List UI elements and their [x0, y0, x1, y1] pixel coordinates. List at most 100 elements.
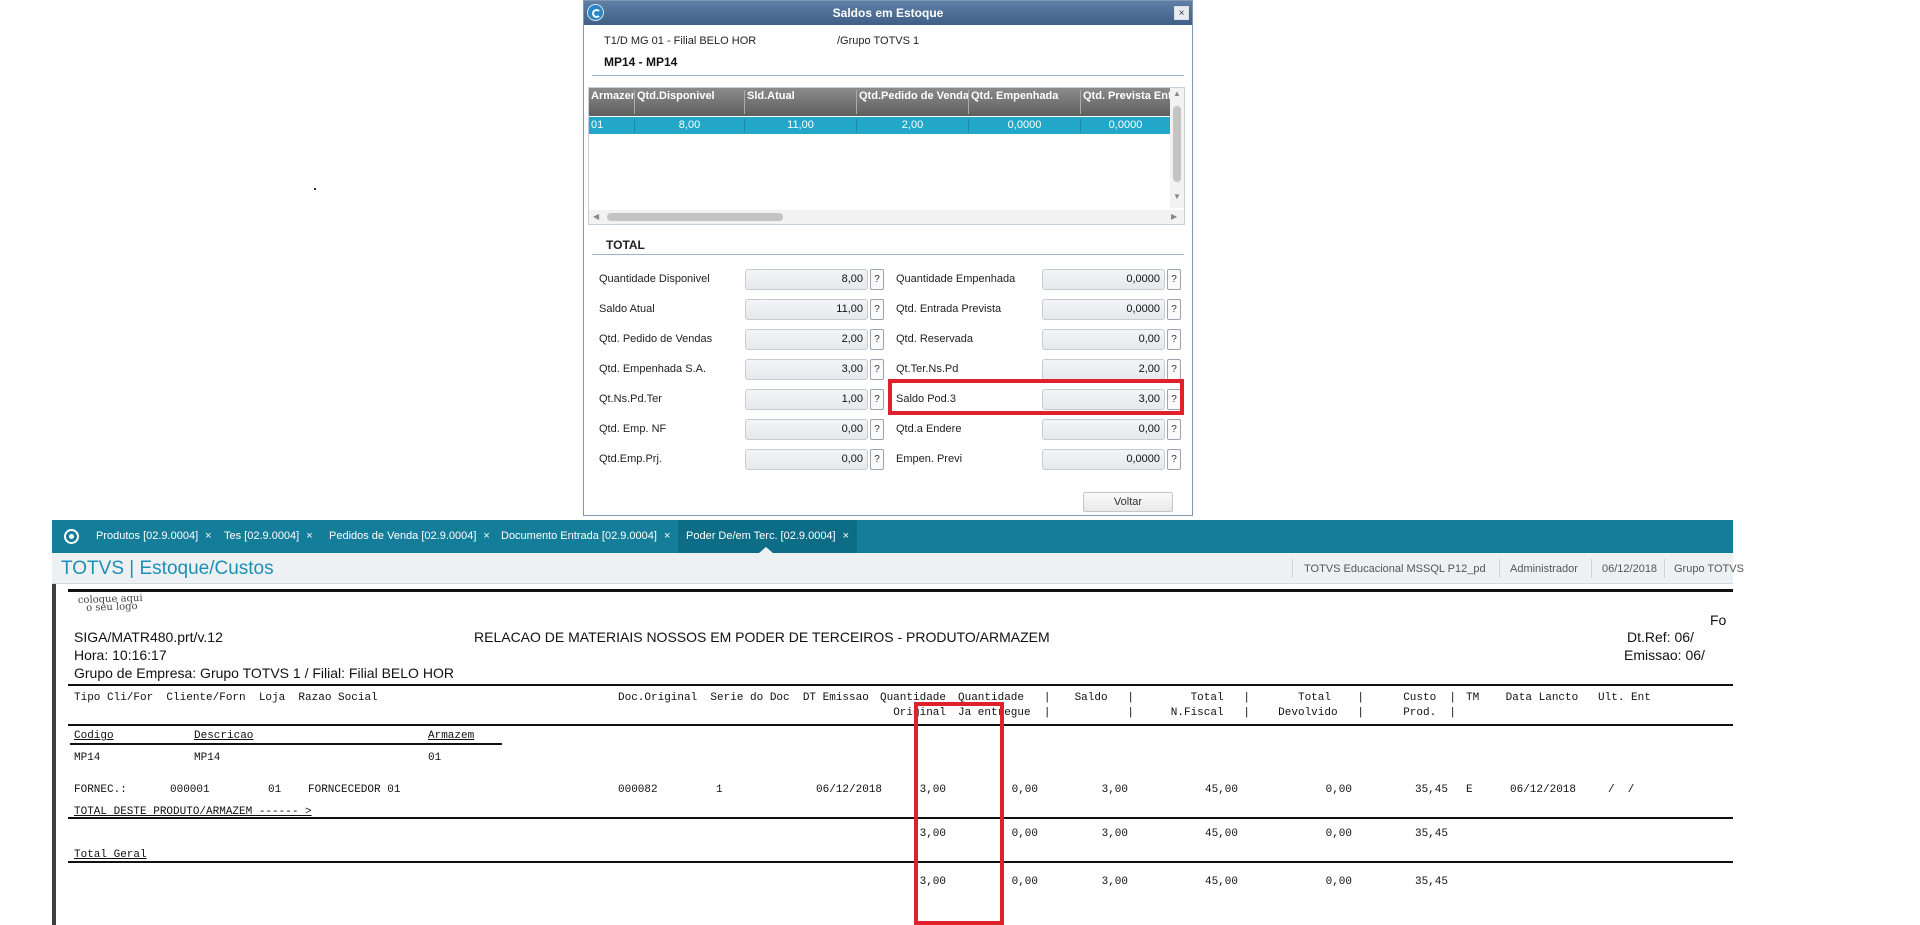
stray-dot	[314, 188, 316, 190]
col-qtd-prevista-entrada[interactable]: Qtd. Prevista Entrada	[1081, 90, 1170, 114]
field-label: Qt.Ter.Ns.Pd	[896, 363, 959, 375]
group-label[interactable]: Grupo TOTVS	[1674, 563, 1744, 575]
tab-documento-entrada[interactable]: Documento Entrada [02.9.0004] ×	[501, 520, 670, 553]
field-value[interactable]: 8,00	[745, 269, 868, 290]
user-label[interactable]: Administrador	[1510, 563, 1578, 575]
col-sld-atual[interactable]: Sld.Atual	[745, 90, 857, 114]
field-value[interactable]: 0,00	[1042, 419, 1165, 440]
cell-sld-atual: 11,00	[745, 119, 857, 133]
help-icon[interactable]: ?	[1167, 299, 1181, 320]
scroll-thumb[interactable]	[1173, 106, 1181, 182]
tab-tes[interactable]: Tes [02.9.0004] ×	[224, 520, 313, 553]
col-qtd-disponivel[interactable]: Qtd.Disponivel	[635, 90, 745, 114]
environment-label[interactable]: TOTVS Educacional MSSQL P12_pd	[1304, 563, 1486, 575]
cell-devolvido: 0,00	[1325, 784, 1352, 796]
field-label: Quantidade Disponivel	[599, 273, 710, 285]
header-total-devolvido: Total |	[1297, 692, 1364, 704]
scroll-down-icon[interactable]: ▼	[1173, 192, 1181, 201]
tab-pedidos-venda[interactable]: Pedidos de Venda [02.9.0004] ×	[329, 520, 490, 553]
total-product-saldo: 3,00	[1101, 828, 1128, 840]
report-group: Grupo de Empresa: Grupo TOTVS 1 / Filial…	[74, 665, 454, 681]
field-value[interactable]: 0,0000	[1042, 449, 1165, 470]
product-label: MP14 - MP14	[604, 55, 678, 69]
help-icon[interactable]: ?	[870, 359, 884, 380]
close-icon[interactable]: ×	[306, 530, 312, 542]
help-icon[interactable]: ?	[870, 419, 884, 440]
help-icon[interactable]: ?	[870, 329, 884, 350]
help-icon[interactable]: ?	[1167, 269, 1181, 290]
scroll-up-icon[interactable]: ▲	[1173, 89, 1181, 98]
header-saldo: Saldo |	[1074, 692, 1134, 704]
total-product-custo: 35,45	[1414, 828, 1448, 840]
vertical-scrollbar[interactable]: ▲ ▼	[1170, 88, 1184, 208]
cell-qtd-prevista-entrada: 0,0000	[1108, 119, 1143, 131]
totvs-home-icon[interactable]	[64, 529, 79, 544]
dialog-titlebar[interactable]: Saldos em Estoque ×	[584, 1, 1192, 25]
field-value[interactable]: 2,00	[1042, 359, 1165, 380]
hscroll-thumb[interactable]	[607, 213, 783, 221]
divider	[68, 861, 1733, 863]
cell-custo: 35,45	[1414, 784, 1448, 796]
scroll-left-icon[interactable]: ◀	[593, 212, 599, 221]
prod-desc: MP14	[194, 752, 221, 764]
help-icon[interactable]: ?	[1167, 329, 1181, 350]
field-value[interactable]: 11,00	[745, 299, 868, 320]
field-value[interactable]: 2,00	[745, 329, 868, 350]
header-total-devolvido: Devolvido |	[1278, 707, 1364, 719]
col-armazem[interactable]: Armazem	[589, 90, 635, 114]
cell-ult-ent: / /	[1608, 784, 1635, 796]
close-icon[interactable]: ×	[843, 530, 849, 542]
report-preview: coloque aqui o seu logo Fo SIGA/MATR480.…	[52, 584, 1733, 925]
help-icon[interactable]: ?	[870, 389, 884, 410]
scroll-right-icon[interactable]: ▶	[1171, 212, 1177, 221]
report-dt-ref: Dt.Ref: 06/	[1627, 629, 1694, 645]
help-icon[interactable]: ?	[1167, 419, 1181, 440]
divider	[70, 743, 502, 745]
field-label: Empen. Previ	[896, 453, 963, 465]
sub-descricao: Descricao	[194, 730, 254, 742]
field-value[interactable]: 0,00	[745, 449, 868, 470]
horizontal-scrollbar[interactable]: ◀ ▶	[589, 210, 1184, 224]
field-label: Qtd.Emp.Prj.	[599, 453, 662, 465]
tab-label: Poder De/em Terc. [02.9.0004]	[686, 530, 836, 542]
tab-label: Pedidos de Venda [02.9.0004]	[329, 530, 477, 542]
report-emissao: Emissao: 06/	[1624, 647, 1705, 663]
close-icon[interactable]: ×	[483, 530, 489, 542]
field-value[interactable]: 1,00	[745, 389, 868, 410]
field-label: Saldo Atual	[599, 303, 655, 315]
stock-grid[interactable]: Armazem Qtd.Disponivel Sld.Atual Qtd.Ped…	[588, 87, 1185, 225]
prod-code: MP14	[74, 752, 101, 764]
voltar-button[interactable]: Voltar	[1083, 492, 1173, 512]
cell-cliente: 000001	[170, 784, 210, 796]
tab-produtos[interactable]: Produtos [02.9.0004] ×	[96, 520, 212, 553]
help-icon[interactable]: ?	[1167, 359, 1181, 380]
divider	[1292, 559, 1293, 578]
help-icon[interactable]: ?	[870, 269, 884, 290]
col-qtd-pedido-vendas[interactable]: Qtd.Pedido de Vendas	[857, 90, 969, 114]
date-label[interactable]: 06/12/2018	[1602, 563, 1657, 575]
total-product-nf: 45,00	[1204, 828, 1238, 840]
field-value[interactable]: 0,0000	[1042, 299, 1165, 320]
field-value[interactable]: 0,0000	[1042, 269, 1165, 290]
report-right-top: Fo	[1710, 612, 1727, 628]
field-value[interactable]: 3,00	[745, 359, 868, 380]
cell-loja: 01	[268, 784, 282, 796]
module-titlebar: TOTVS | Estoque/Custos TOTVS Educacional…	[52, 553, 1744, 584]
field-value[interactable]: 0,00	[1042, 329, 1165, 350]
col-qtd-empenhada[interactable]: Qtd. Empenhada	[969, 90, 1081, 114]
help-icon[interactable]: ?	[870, 449, 884, 470]
help-icon[interactable]: ?	[870, 299, 884, 320]
group-label: /Grupo TOTVS 1	[837, 35, 920, 47]
close-icon[interactable]: ×	[205, 530, 211, 542]
divider	[592, 75, 1184, 76]
dialog-title: Saldos em Estoque	[832, 6, 944, 20]
close-icon[interactable]: ×	[664, 530, 670, 542]
grid-row[interactable]: 01 8,00 11,00 2,00 0,0000 0,0000	[589, 117, 1170, 134]
report-program: SIGA/MATR480.prt/v.12	[74, 629, 223, 645]
highlight-box	[914, 702, 1004, 925]
cell-saldo: 3,00	[1101, 784, 1128, 796]
divider	[592, 254, 1184, 255]
field-value[interactable]: 0,00	[745, 419, 868, 440]
help-icon[interactable]: ?	[1167, 449, 1181, 470]
close-icon[interactable]: ×	[1174, 6, 1189, 20]
